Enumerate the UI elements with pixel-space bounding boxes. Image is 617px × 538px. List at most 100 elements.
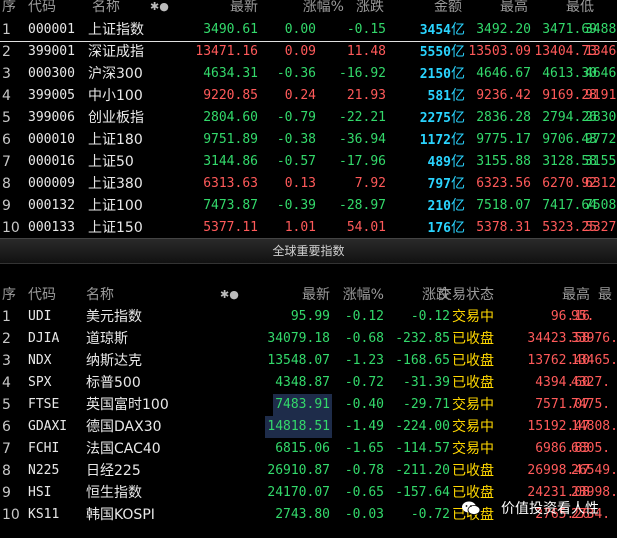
row-change: -232.85 xyxy=(395,331,450,346)
row-seq: 3 xyxy=(2,353,11,369)
row-name: 上证180 xyxy=(88,132,143,148)
table-row[interactable]: 2 399001 深证成指 13471.16 0.09 11.48 5550亿 13503.0… xyxy=(0,41,617,63)
row-seq: 2 xyxy=(2,331,11,347)
row-amount: 1172亿 xyxy=(419,132,465,148)
table-row[interactable]: 1 000001 上证指数 3490.61 0.00 -0.15 3454亿 3492.20 3… xyxy=(0,19,617,41)
header-amount[interactable]: 金额 xyxy=(434,0,462,18)
row-seq: 1 xyxy=(2,309,11,325)
row-change: -17.96 xyxy=(339,154,386,169)
sort-icon[interactable]: ✱● xyxy=(220,284,239,306)
header-seq[interactable]: 序 xyxy=(2,0,16,18)
row-code: 000016 xyxy=(28,154,75,169)
row-status: 已收盘 xyxy=(452,375,494,391)
row-latest: 5377.11 xyxy=(203,220,258,235)
row-code: 399001 xyxy=(28,44,75,59)
row-name: 上证50 xyxy=(88,154,134,170)
row-change: -168.65 xyxy=(395,353,450,368)
row-open: 7508 xyxy=(585,198,617,213)
header-name[interactable]: 名称 xyxy=(92,0,120,18)
row-change: -211.20 xyxy=(395,463,450,478)
row-change: 11.48 xyxy=(346,44,386,59)
table-row[interactable]: 5 399006 创业板指 2804.60 -0.79 -22.21 2275亿 2836.2… xyxy=(0,107,617,129)
header-change-pct[interactable]: 涨幅% xyxy=(343,284,384,306)
global-index-panel: 序 代码 名称 ✱● 最新 涨幅% 涨跌 交易状态 最高 最 1 UDI 美元指数 9… xyxy=(0,262,617,538)
table-row[interactable]: 5 FTSE 英国富时100 7483.91 -0.40 -29.71 交易中 7571.07… xyxy=(0,394,617,416)
row-seq: 9 xyxy=(2,198,11,214)
table-row[interactable]: 1 UDI 美元指数 95.99 -0.12 -0.12 交易中 96.16 95. xyxy=(0,306,617,328)
table-row[interactable]: 3 000300 沪深300 4634.31 -0.36 -16.92 2150亿 4646.… xyxy=(0,63,617,85)
header-latest[interactable]: 最新 xyxy=(230,0,258,18)
row-change-pct: -0.57 xyxy=(276,154,316,169)
row-high: 13503.09 xyxy=(468,44,531,59)
row-change: -0.12 xyxy=(410,309,450,324)
row-change-pct: 0.09 xyxy=(284,44,316,59)
section-divider[interactable]: 全球重要指数 xyxy=(0,238,617,264)
row-seq: 6 xyxy=(2,132,11,148)
row-change-pct: -1.65 xyxy=(344,441,384,456)
row-open: 6312 xyxy=(585,176,617,191)
row-latest: 6313.63 xyxy=(203,176,258,191)
row-low: 6805. xyxy=(571,441,611,456)
table-row[interactable]: 7 000016 上证50 3144.86 -0.57 -17.96 489亿 3155.88… xyxy=(0,151,617,173)
header-name[interactable]: 名称 xyxy=(86,284,114,306)
row-latest: 7483.91 xyxy=(273,394,332,416)
row-change: 54.01 xyxy=(346,220,386,235)
row-change: -22.21 xyxy=(339,110,386,125)
header-low[interactable]: 最低 xyxy=(566,0,594,18)
row-name: 德国DAX30 xyxy=(86,419,162,435)
row-name: 英国富时100 xyxy=(86,397,169,413)
row-code: 399005 xyxy=(28,88,75,103)
row-latest: 6815.06 xyxy=(275,441,330,456)
row-name: 创业板指 xyxy=(88,110,144,126)
row-change: -31.39 xyxy=(403,375,450,390)
row-latest: 2743.80 xyxy=(275,507,330,522)
row-latest: 2804.60 xyxy=(203,110,258,125)
row-change-pct: -0.12 xyxy=(344,309,384,324)
table-row[interactable]: 9 000132 上证100 7473.87 -0.39 -28.97 210亿 7518.0… xyxy=(0,195,617,217)
row-change: -157.64 xyxy=(395,485,450,500)
row-open: 2830 xyxy=(585,110,617,125)
row-high: 2836.28 xyxy=(476,110,531,125)
table-row[interactable]: 4 399005 中小100 9220.85 0.24 21.93 581亿 9236.42 9… xyxy=(0,85,617,107)
table-row[interactable]: 6 000010 上证180 9751.89 -0.38 -36.94 1172亿 9775.… xyxy=(0,129,617,151)
header-code[interactable]: 代码 xyxy=(28,284,56,306)
table-row[interactable]: 4 SPX 标普500 4348.87 -0.72 -31.39 已收盘 4394.60 432… xyxy=(0,372,617,394)
table-row[interactable]: 8 N225 日经225 26910.87 -0.78 -211.20 已收盘 26998.4… xyxy=(0,460,617,482)
row-seq: 5 xyxy=(2,110,11,126)
row-change: -114.57 xyxy=(395,441,450,456)
row-code: NDX xyxy=(28,353,52,368)
row-high: 6323.56 xyxy=(476,176,531,191)
table-row[interactable]: 7 FCHI 法国CAC40 6815.06 -1.65 -114.57 交易中 6986.8… xyxy=(0,438,617,460)
header-high[interactable]: 最高 xyxy=(500,0,528,18)
row-code: N225 xyxy=(28,463,60,478)
section-title: 全球重要指数 xyxy=(272,244,345,258)
row-seq: 6 xyxy=(2,419,11,435)
header-low[interactable]: 最 xyxy=(598,284,612,306)
watermark-text: 价值投资看人性 xyxy=(501,501,599,517)
header-latest[interactable]: 最新 xyxy=(302,284,330,306)
header-seq[interactable]: 序 xyxy=(2,284,16,306)
table-row[interactable]: 10 000133 上证150 5377.11 1.01 54.01 176亿 5378.31… xyxy=(0,217,617,238)
row-latest: 34079.18 xyxy=(267,331,330,346)
table-row[interactable]: 8 000009 上证380 6313.63 0.13 7.92 797亿 6323.56 62… xyxy=(0,173,617,195)
row-change: -36.94 xyxy=(339,132,386,147)
table-row[interactable]: 3 NDX 纳斯达克 13548.07 -1.23 -168.65 已收盘 13762.40 1… xyxy=(0,350,617,372)
table-row[interactable]: 2 DJIA 道琼斯 34079.18 -0.68 -232.85 已收盘 34423.58 3… xyxy=(0,328,617,350)
header-change[interactable]: 涨跌 xyxy=(356,0,384,18)
header-code[interactable]: 代码 xyxy=(28,0,56,18)
row-low: 26549. xyxy=(571,463,617,478)
row-status: 已收盘 xyxy=(452,331,494,347)
header-status[interactable]: 交易状态 xyxy=(438,284,494,306)
row-seq: 10 xyxy=(2,220,20,236)
sort-icon[interactable]: ✱● xyxy=(150,0,169,18)
row-seq: 4 xyxy=(2,375,11,391)
row-amount: 489亿 xyxy=(427,154,465,170)
row-seq: 1 xyxy=(2,22,11,38)
row-change: -28.97 xyxy=(339,198,386,213)
header-high[interactable]: 最高 xyxy=(562,284,590,306)
row-name: 上证380 xyxy=(88,176,143,192)
row-code: 000010 xyxy=(28,132,75,147)
table-row[interactable]: 6 GDAXI 德国DAX30 14818.51 -1.49 -224.00 交易中 1519… xyxy=(0,416,617,438)
row-amount: 176亿 xyxy=(427,220,465,236)
header-change-pct[interactable]: 涨幅% xyxy=(303,0,344,18)
